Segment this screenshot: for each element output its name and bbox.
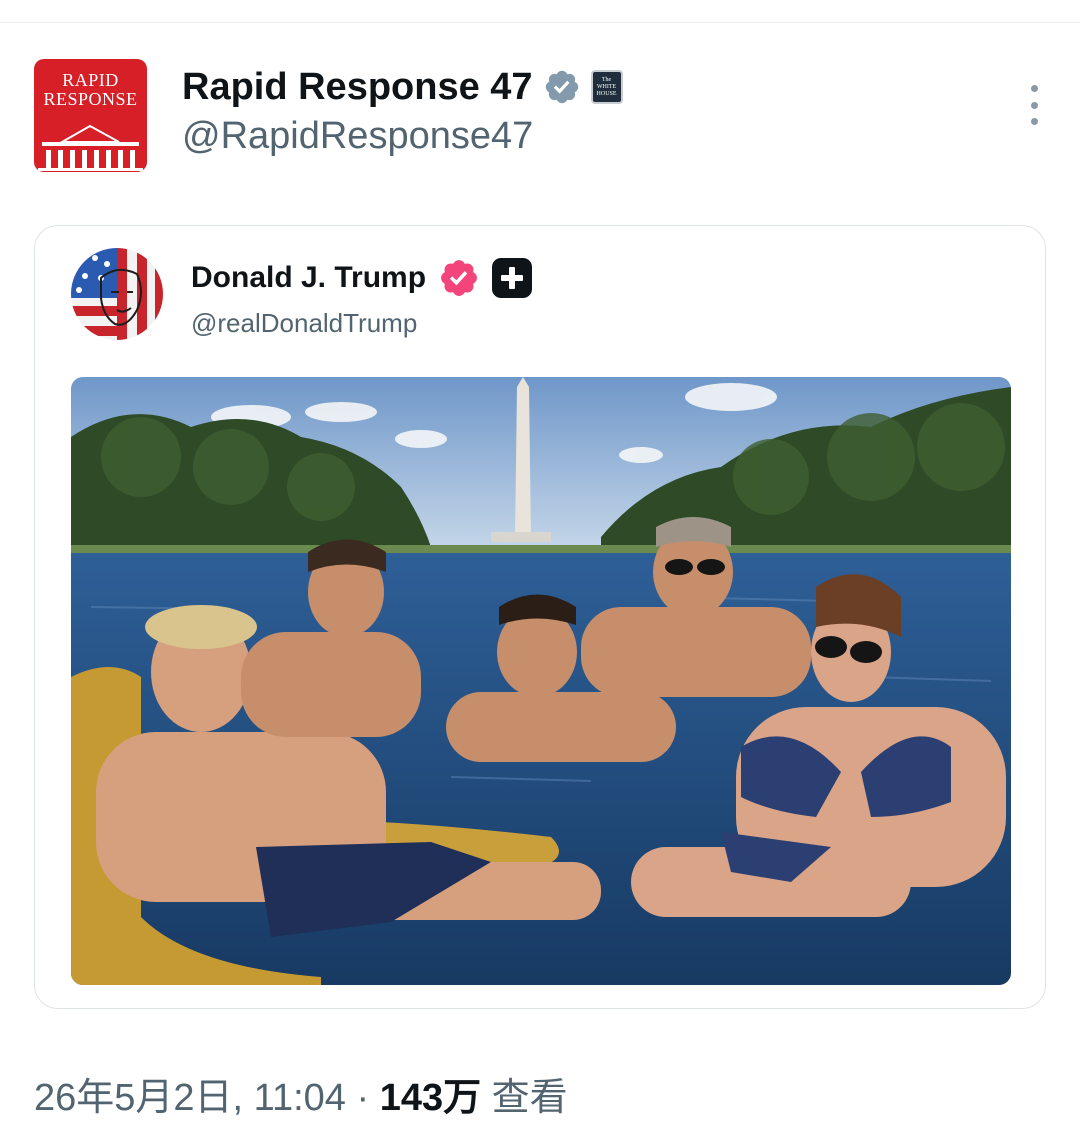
verified-badge-icon (543, 68, 581, 106)
verified-badge-pink-icon (438, 257, 480, 299)
quoted-post-card[interactable]: Donald J. Trump @realDonaldTrump (34, 225, 1046, 1009)
quoted-author-display-name[interactable]: Donald J. Trump (191, 261, 426, 295)
author-name-line: Rapid Response 47 The WHITE HOUSE (182, 65, 623, 109)
quoted-author-handle[interactable]: @realDonaldTrump (191, 308, 417, 339)
plus-icon[interactable] (492, 258, 533, 298)
quoted-author-name-line: Donald J. Trump (191, 256, 533, 300)
author-avatar[interactable]: RAPID RESPONSE (34, 59, 147, 172)
white-house-affiliation-badge[interactable]: The WHITE HOUSE (590, 70, 623, 104)
quoted-author-avatar[interactable] (71, 248, 163, 340)
author-handle[interactable]: @RapidResponse47 (182, 115, 533, 158)
meta-separator: · (345, 1077, 380, 1119)
post-header: RAPID RESPONSE Rapid Response 47 The WHI… (34, 59, 1054, 174)
more-vertical-icon[interactable] (1028, 85, 1040, 125)
post-image[interactable] (71, 377, 1011, 985)
post-meta: 26年5月2日, 11:04 · 143万 查看 (34, 1066, 568, 1121)
author-display-name[interactable]: Rapid Response 47 (182, 66, 533, 109)
white-house-graphic (38, 124, 143, 171)
top-divider (0, 22, 1080, 23)
views-label: 查看 (481, 1077, 568, 1119)
views-count: 143万 (379, 1077, 482, 1119)
post-timestamp[interactable]: 26年5月2日, 11:04 (34, 1066, 346, 1121)
